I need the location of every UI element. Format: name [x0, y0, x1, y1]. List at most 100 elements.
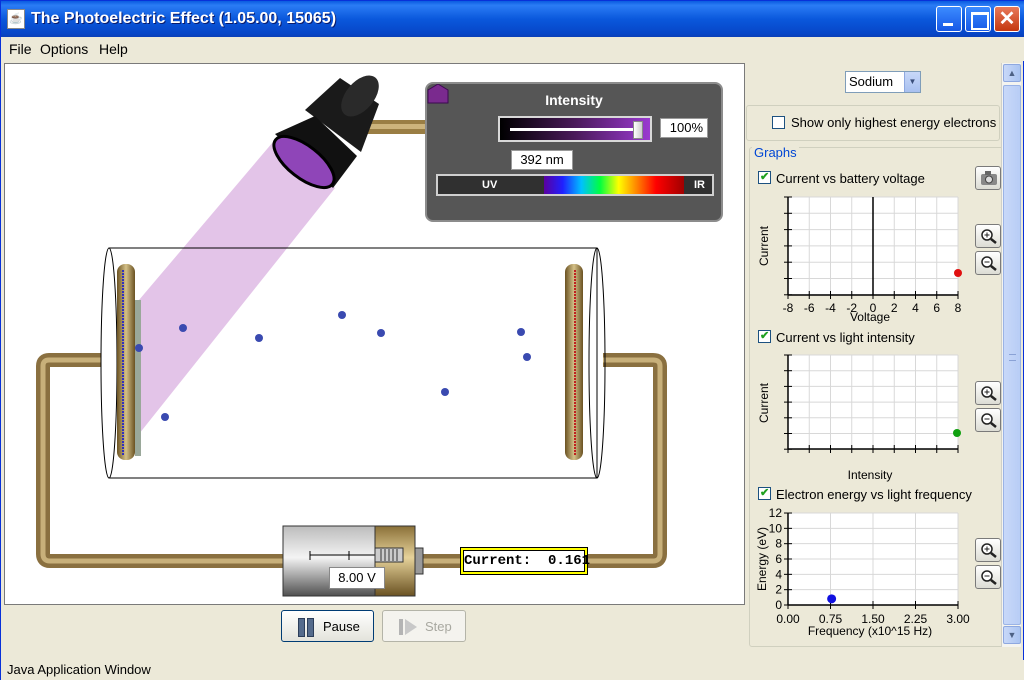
zoom-in-icon [981, 543, 997, 558]
y-tick-label: 6 [775, 552, 782, 566]
electron [135, 344, 143, 352]
intensity-label: Intensity [545, 92, 603, 108]
light-beam [139, 142, 335, 434]
intensity-slider[interactable] [498, 116, 652, 142]
target-material-select[interactable]: Sodium ▼ [845, 71, 921, 93]
menu-options[interactable]: Options [40, 41, 88, 57]
show-only-label: Show only highest energy electrons [791, 115, 997, 130]
graph1-xlabel: Voltage [850, 310, 890, 324]
electron [338, 311, 346, 319]
target-plate [117, 264, 135, 460]
graph3-ylabel: Energy (eV) [755, 527, 769, 591]
uv-label: UV [482, 179, 498, 191]
graph1-current-vs-voltage: -8 -6 -4 -2 0 2 4 6 8 Voltage Current [757, 196, 962, 324]
zoom-in-icon [981, 386, 997, 401]
title-bar[interactable]: ☕ The Photoelectric Effect (1.05.00, 150… [1, 1, 1024, 37]
ir-label: IR [694, 179, 705, 191]
graph2-checkbox[interactable] [758, 329, 771, 343]
step-button-label: Step [425, 619, 452, 634]
battery-voltage-field[interactable]: 8.00 V [329, 567, 385, 589]
scroll-down-icon[interactable]: ▼ [1003, 626, 1021, 644]
y-tick-label: 4 [775, 567, 782, 581]
wavelength-spectrum-slider[interactable]: UV IR [436, 174, 714, 196]
minimize-button[interactable] [936, 6, 962, 32]
y-tick-label: 0 [775, 598, 782, 612]
x-tick-label: -4 [825, 301, 836, 315]
step-icon [399, 619, 417, 635]
x-tick-label: 2 [891, 301, 898, 315]
electron [441, 388, 449, 396]
electron [517, 328, 525, 336]
x-tick-label: 8 [955, 301, 962, 315]
close-icon: ✕ [998, 8, 1016, 30]
x-tick-label: -6 [804, 301, 815, 315]
scroll-up-icon[interactable]: ▲ [1003, 64, 1021, 82]
graph3-energy-vs-frequency: 0.00 0.75 1.50 2.25 3.00024681012 Frequency … [755, 507, 970, 638]
graph3-data-point [827, 594, 837, 604]
intensity-slider-thumb[interactable] [633, 121, 643, 139]
graph1-zoom-in-button[interactable] [975, 224, 1001, 248]
camera-icon [981, 171, 997, 185]
pause-button[interactable]: Pause [281, 610, 374, 642]
graph2-current-vs-intensity: Intensity Current [757, 354, 961, 482]
graph1-checkbox[interactable] [758, 170, 771, 184]
graph3-zoom-in-button[interactable] [975, 538, 1001, 562]
graph1-zoom-out-button[interactable] [975, 251, 1001, 275]
show-only-checkbox[interactable] [772, 116, 785, 129]
scrollbar-thumb[interactable] [1003, 85, 1021, 625]
graph2-xlabel: Intensity [848, 468, 893, 482]
y-tick-label: 12 [769, 507, 783, 520]
graph2-ylabel: Current [757, 382, 771, 423]
wavelength-value-field[interactable]: 392 nm [511, 150, 573, 170]
current-readout: Current: 0.161 [460, 547, 590, 575]
visible-spectrum [544, 176, 684, 194]
zoom-out-icon [981, 413, 997, 428]
target-material-value: Sodium [849, 74, 894, 89]
graph2-zoom-in-button[interactable] [975, 381, 1001, 405]
step-button[interactable]: Step [382, 610, 466, 642]
electron [179, 324, 187, 332]
x-tick-label: 6 [933, 301, 940, 315]
graph1-ylabel: Current [757, 225, 771, 266]
x-tick-label: 0.00 [776, 612, 800, 626]
menu-file[interactable]: File [9, 41, 32, 57]
control-panel: Sodium ▼ Show only highest energy electr… [746, 63, 1001, 649]
graph3-xlabel: Frequency (x10^15 Hz) [808, 624, 932, 638]
graphs-title: Graphs [752, 145, 799, 160]
intensity-value-field[interactable]: 100% [660, 118, 708, 138]
zoom-out-icon [981, 256, 997, 271]
control-panel-scrollbar[interactable]: ▲ ▼ [1001, 63, 1021, 647]
snapshot-button[interactable] [975, 166, 1001, 190]
y-tick-label: 8 [775, 537, 782, 551]
graph1-data-point [954, 269, 962, 277]
intensity-track [510, 128, 640, 131]
window-title: The Photoelectric Effect (1.05.00, 15065… [31, 10, 337, 27]
light-control-panel: Intensity 100% 392 nm UV IR [425, 82, 723, 222]
graph2-label: Current vs light intensity [776, 330, 915, 345]
electron [161, 413, 169, 421]
graph3-zoom-out-button[interactable] [975, 565, 1001, 589]
electron [255, 334, 263, 342]
x-tick-label: 3.00 [946, 612, 970, 626]
graph3-checkbox[interactable] [758, 486, 771, 500]
java-app-icon[interactable]: ☕ [7, 9, 25, 29]
application-window: ☕ The Photoelectric Effect (1.05.00, 150… [0, 0, 1024, 680]
electron [377, 329, 385, 337]
chevron-down-icon[interactable]: ▼ [904, 72, 920, 92]
simulation-canvas: Intensity 100% 392 nm UV IR 8.00 V Curre… [4, 63, 745, 605]
current-value: 0.161 [548, 553, 591, 569]
y-tick-label: 10 [769, 521, 783, 535]
zoom-in-icon [981, 229, 997, 244]
graph2-data-point [953, 429, 961, 437]
graph1-label: Current vs battery voltage [776, 171, 925, 186]
graph2-zoom-out-button[interactable] [975, 408, 1001, 432]
current-label: Current: [464, 553, 532, 569]
electron [523, 353, 531, 361]
current-text: Current: 0.161 [463, 550, 590, 572]
zoom-out-icon [981, 570, 997, 585]
maximize-button[interactable] [965, 6, 991, 32]
close-button[interactable]: ✕ [994, 6, 1020, 32]
wavelength-slider-thumb[interactable] [427, 84, 449, 104]
menu-help[interactable]: Help [99, 41, 128, 57]
pause-button-label: Pause [323, 619, 360, 634]
